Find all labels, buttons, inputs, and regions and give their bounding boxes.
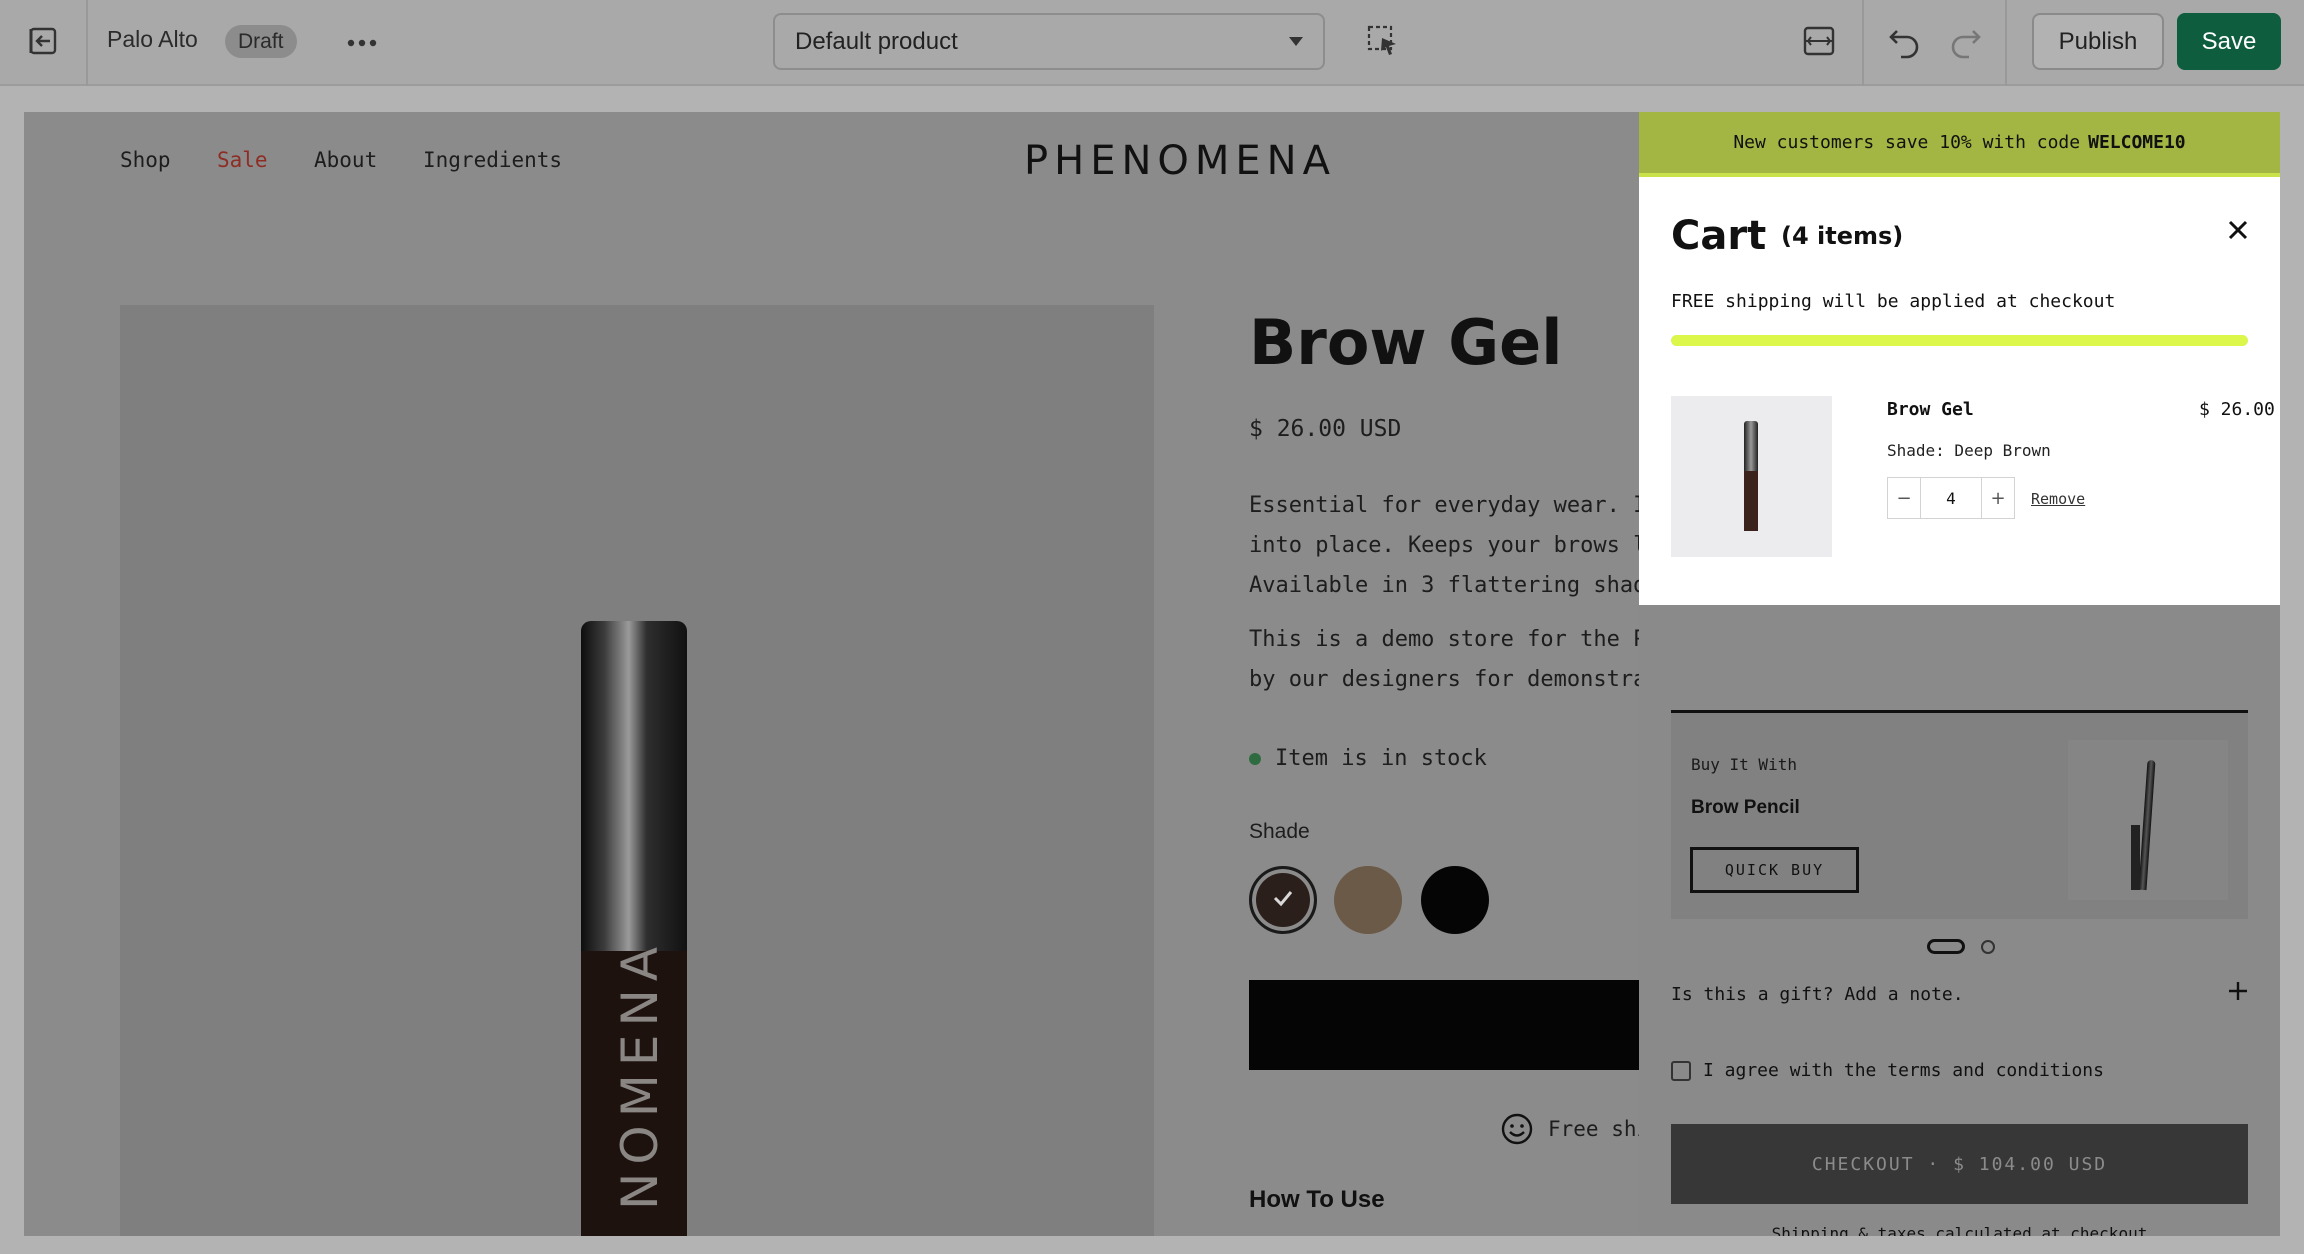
quantity-input[interactable]: 4	[1920, 478, 1982, 518]
stock-text: Item is in stock	[1275, 746, 1487, 771]
caret-down-icon	[1289, 37, 1303, 46]
shade-swatch[interactable]	[1421, 866, 1489, 934]
expand-gift-note-button[interactable]	[2225, 980, 2251, 1006]
undo-button[interactable]	[1882, 20, 1928, 66]
minus-icon: −	[1896, 487, 1912, 509]
nav-link-shop[interactable]: Shop	[120, 148, 171, 172]
checkmark-icon	[1270, 885, 1296, 916]
increase-quantity-button[interactable]: +	[1982, 478, 2014, 518]
product-price: $ 26.00 USD	[1249, 416, 1402, 442]
shipping-progress-fill	[1671, 335, 2248, 346]
shipping-message: FREE shipping will be applied at checkou…	[1671, 291, 2116, 312]
storefront-preview: Shop Sale About Ingredients PHENOMENA NO…	[24, 112, 2280, 1236]
nav-link-sale[interactable]: Sale	[217, 148, 268, 172]
carousel-dot[interactable]	[1981, 940, 1995, 954]
product-image: NOMENA	[120, 305, 1154, 1236]
how-to-use-heading[interactable]: How To Use	[1249, 1186, 1385, 1214]
decrease-quantity-button[interactable]: −	[1888, 478, 1920, 518]
editor-toolbar: Palo Alto Draft Default product Publish …	[0, 0, 2304, 86]
save-button[interactable]: Save	[2177, 13, 2281, 70]
announcement-bar: New customers save 10% with code WELCOME…	[1639, 112, 2280, 177]
demo-store-note: This is a demo store for the Pa by our d…	[1249, 620, 1669, 700]
terms-row: I agree with the terms and conditions	[1671, 1060, 2104, 1081]
select-cursor-icon	[1366, 24, 1400, 63]
viewport-toggle-button[interactable]	[1796, 20, 1842, 66]
promo-code: WELCOME10	[2088, 132, 2186, 153]
free-shipping-note: Free shi	[1500, 1112, 1649, 1146]
free-shipping-text: Free shi	[1548, 1117, 1650, 1141]
line-item-name[interactable]: Brow Gel	[1887, 399, 1974, 420]
plus-icon: +	[1990, 487, 2006, 509]
description-line: This is a demo store for the Pa	[1249, 627, 1660, 652]
redo-icon	[1947, 23, 1983, 64]
quantity-stepper: − 4 +	[1887, 477, 2015, 519]
product-title: Brow Gel	[1249, 306, 1563, 379]
inspector-button[interactable]	[1360, 20, 1406, 66]
cart-drawer: New customers save 10% with code WELCOME…	[1639, 112, 2280, 1236]
template-select-value: Default product	[795, 27, 958, 55]
template-select[interactable]: Default product	[773, 13, 1325, 70]
description-line: Available in 3 flattering shade	[1249, 573, 1660, 598]
product-label-text: NOMENA	[611, 938, 669, 1210]
shade-label: Shade	[1249, 820, 1310, 843]
undo-icon	[1887, 23, 1923, 64]
gift-note-toggle[interactable]: Is this a gift? Add a note.	[1671, 984, 1964, 1005]
upsell-card: Buy It With Brow Pencil QUICK BUY	[1671, 713, 2248, 919]
theme-name: Palo Alto	[107, 26, 198, 52]
more-actions-button[interactable]	[342, 28, 382, 58]
description-line: by our designers for demonstrat	[1249, 667, 1660, 692]
mini-tube-cap	[1744, 421, 1758, 471]
line-item-image[interactable]	[1671, 396, 1832, 557]
plus-icon	[2228, 981, 2248, 1006]
mini-tube-body	[1744, 471, 1758, 531]
redo-button[interactable]	[1942, 20, 1988, 66]
shipping-progress-bar	[1671, 335, 2248, 346]
carousel-dot-active[interactable]	[1927, 939, 1965, 954]
in-stock-dot-icon	[1249, 752, 1261, 765]
checkout-button[interactable]: CHECKOUT · $ 104.00 USD	[1671, 1124, 2248, 1204]
status-badge: Draft	[225, 25, 297, 58]
close-icon	[2227, 219, 2249, 246]
description-line: Essential for everyday wear. In	[1249, 493, 1660, 518]
more-icon	[347, 34, 377, 52]
announcement-text: New customers save 10% with code	[1733, 132, 2081, 153]
terms-checkbox[interactable]	[1671, 1060, 1691, 1081]
toolbar-divider	[1862, 0, 1864, 86]
taxes-note: Shipping & taxes calculated at checkout	[1771, 1224, 2148, 1236]
quick-buy-button[interactable]: QUICK BUY	[1690, 847, 1859, 893]
exit-icon	[28, 26, 58, 61]
line-item-variant: Shade: Deep Brown	[1887, 441, 2051, 460]
shade-swatch-selected[interactable]	[1249, 866, 1317, 934]
smiley-icon	[1500, 1112, 1534, 1146]
product-tube-cap	[581, 621, 687, 951]
shade-swatch[interactable]	[1334, 866, 1402, 934]
toolbar-divider	[2005, 0, 2007, 86]
store-logo[interactable]: PHENOMENA	[1024, 138, 1336, 184]
stock-status: Item is in stock	[1249, 746, 1487, 771]
line-item-price: $ 26.00	[2199, 399, 2275, 420]
description-line: into place. Keeps your brows lo	[1249, 533, 1660, 558]
viewport-icon	[1802, 24, 1836, 63]
close-cart-button[interactable]	[2223, 217, 2253, 247]
pencil-cap-shape	[2131, 825, 2140, 890]
upsell-product-image[interactable]	[2068, 740, 2228, 900]
pencil-shape	[2138, 759, 2156, 891]
upsell-heading: Buy It With	[1691, 755, 1797, 774]
publish-button[interactable]: Publish	[2032, 13, 2164, 70]
terms-label[interactable]: I agree with the terms and conditions	[1703, 1060, 2104, 1081]
cart-item-count: (4 items)	[1781, 222, 1904, 250]
nav-link-about[interactable]: About	[314, 148, 377, 172]
remove-item-link[interactable]: Remove	[2031, 490, 2085, 508]
cart-title: Cart	[1671, 213, 1767, 259]
product-description: Essential for everyday wear. In into pla…	[1249, 486, 1669, 606]
nav-link-ingredients[interactable]: Ingredients	[423, 148, 562, 172]
cart-panel: Cart (4 items) FREE shipping will be app…	[1639, 177, 2280, 605]
add-to-cart-button[interactable]	[1249, 980, 1669, 1070]
upsell-product-name[interactable]: Brow Pencil	[1691, 797, 1800, 819]
exit-editor-button[interactable]	[0, 0, 88, 86]
